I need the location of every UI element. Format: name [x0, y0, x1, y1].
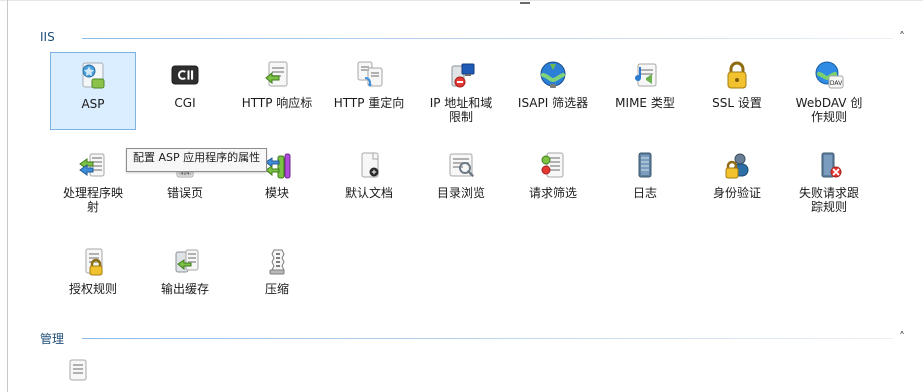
feature-label: ASP	[81, 97, 105, 111]
output-caching-icon	[168, 244, 202, 278]
feature-label: 压缩	[264, 282, 289, 296]
feature-label: WebDAV 创 作规则	[795, 96, 863, 124]
management-feature-icon[interactable]	[68, 358, 88, 382]
left-border	[7, 0, 8, 392]
feature-label: 输出缓存	[160, 282, 209, 296]
failed-request-tracing-rules-icon	[812, 148, 846, 182]
http-redirect-icon	[352, 58, 386, 92]
feature-label: 身份验证	[712, 186, 761, 200]
feature-http-redirect[interactable]: HTTP 重定向	[326, 52, 412, 130]
section-divider-iis	[82, 38, 893, 39]
feature-label: 授权规则	[68, 282, 117, 296]
feature-ip-domain-restrictions[interactable]: IP 地址和域 限制	[418, 52, 504, 130]
top-divider	[0, 0, 923, 1]
feature-label: HTTP 响应标	[241, 96, 313, 110]
feature-mime-types[interactable]: MIME 类型	[602, 52, 688, 130]
request-filtering-icon	[536, 148, 570, 182]
authentication-icon	[720, 148, 754, 182]
http-response-header-icon	[260, 58, 294, 92]
section-title-iis: IIS	[40, 30, 55, 44]
section-header-management: 管理 ˄	[30, 330, 913, 346]
isapi-filter-icon	[536, 58, 570, 92]
directory-browsing-icon	[444, 148, 478, 182]
handler-mappings-icon	[76, 148, 110, 182]
cgi-icon	[168, 58, 202, 92]
logging-icon	[628, 148, 662, 182]
webdav-authoring-rules-icon: DAV	[812, 58, 846, 92]
feature-output-caching[interactable]: 输出缓存	[142, 238, 228, 316]
feature-default-document[interactable]: 默认文档	[326, 142, 412, 220]
feature-webdav-authoring-rules[interactable]: DAV WebDAV 创 作规则	[786, 52, 872, 130]
compression-icon	[260, 244, 294, 278]
section-header-iis: IIS ˄	[30, 30, 913, 46]
svg-text:DAV: DAV	[830, 80, 843, 87]
feature-request-filtering[interactable]: 请求筛选	[510, 142, 596, 220]
iis-features-panel: IIS ˄ ASP CGI HTTP 响应标 HTTP 重定向 IP 地址和域 …	[0, 0, 923, 392]
feature-label: ISAPI 筛选器	[517, 96, 589, 110]
feature-label: MIME 类型	[615, 96, 675, 110]
authorization-rules-icon	[76, 244, 110, 278]
feature-label: 模块	[264, 186, 289, 200]
feature-label: IP 地址和域 限制	[429, 96, 493, 124]
feature-label: HTTP 重定向	[333, 96, 405, 110]
section-divider-management	[82, 338, 893, 339]
feature-handler-mappings[interactable]: 处理程序映 射	[50, 142, 136, 220]
feature-ssl-settings[interactable]: SSL 设置	[694, 52, 780, 130]
default-document-icon	[352, 148, 386, 182]
tooltip: 配置 ASP 应用程序的属性	[126, 148, 268, 172]
feature-label: 默认文档	[344, 186, 393, 200]
feature-authentication[interactable]: 身份验证	[694, 142, 780, 220]
feature-authorization-rules[interactable]: 授权规则	[50, 238, 136, 316]
section-title-management: 管理	[40, 332, 65, 346]
feature-label: 错误页	[166, 186, 203, 200]
feature-label: CGI	[174, 96, 196, 110]
feature-cgi[interactable]: CGI	[142, 52, 228, 130]
asp-icon	[76, 59, 110, 93]
collapse-icon[interactable]: ˄	[897, 31, 907, 43]
feature-label: 失败请求跟 踪规则	[798, 186, 859, 214]
feature-label: SSL 设置	[712, 96, 762, 110]
feature-label: 请求筛选	[528, 186, 577, 200]
ssl-settings-icon	[720, 58, 754, 92]
collapse-icon[interactable]: ˄	[897, 331, 907, 343]
mime-types-icon	[628, 58, 662, 92]
feature-failed-request-tracing-rules[interactable]: 失败请求跟 踪规则	[786, 142, 872, 220]
feature-http-response-headers[interactable]: HTTP 响应标	[234, 52, 320, 130]
feature-logging[interactable]: 日志	[602, 142, 688, 220]
feature-label: 目录浏览	[436, 186, 485, 200]
feature-asp[interactable]: ASP	[50, 52, 136, 130]
section-iis: IIS ˄ ASP CGI HTTP 响应标 HTTP 重定向 IP 地址和域 …	[30, 30, 913, 296]
feature-compression[interactable]: 压缩	[234, 238, 320, 316]
feature-isapi-filters[interactable]: ISAPI 筛选器	[510, 52, 596, 130]
section-management: 管理 ˄	[30, 330, 913, 346]
feature-directory-browsing[interactable]: 目录浏览	[418, 142, 504, 220]
top-indicator	[520, 2, 530, 4]
feature-label: 日志	[632, 186, 657, 200]
ip-domain-restrictions-icon	[444, 58, 478, 92]
feature-label: 处理程序映 射	[62, 186, 123, 214]
